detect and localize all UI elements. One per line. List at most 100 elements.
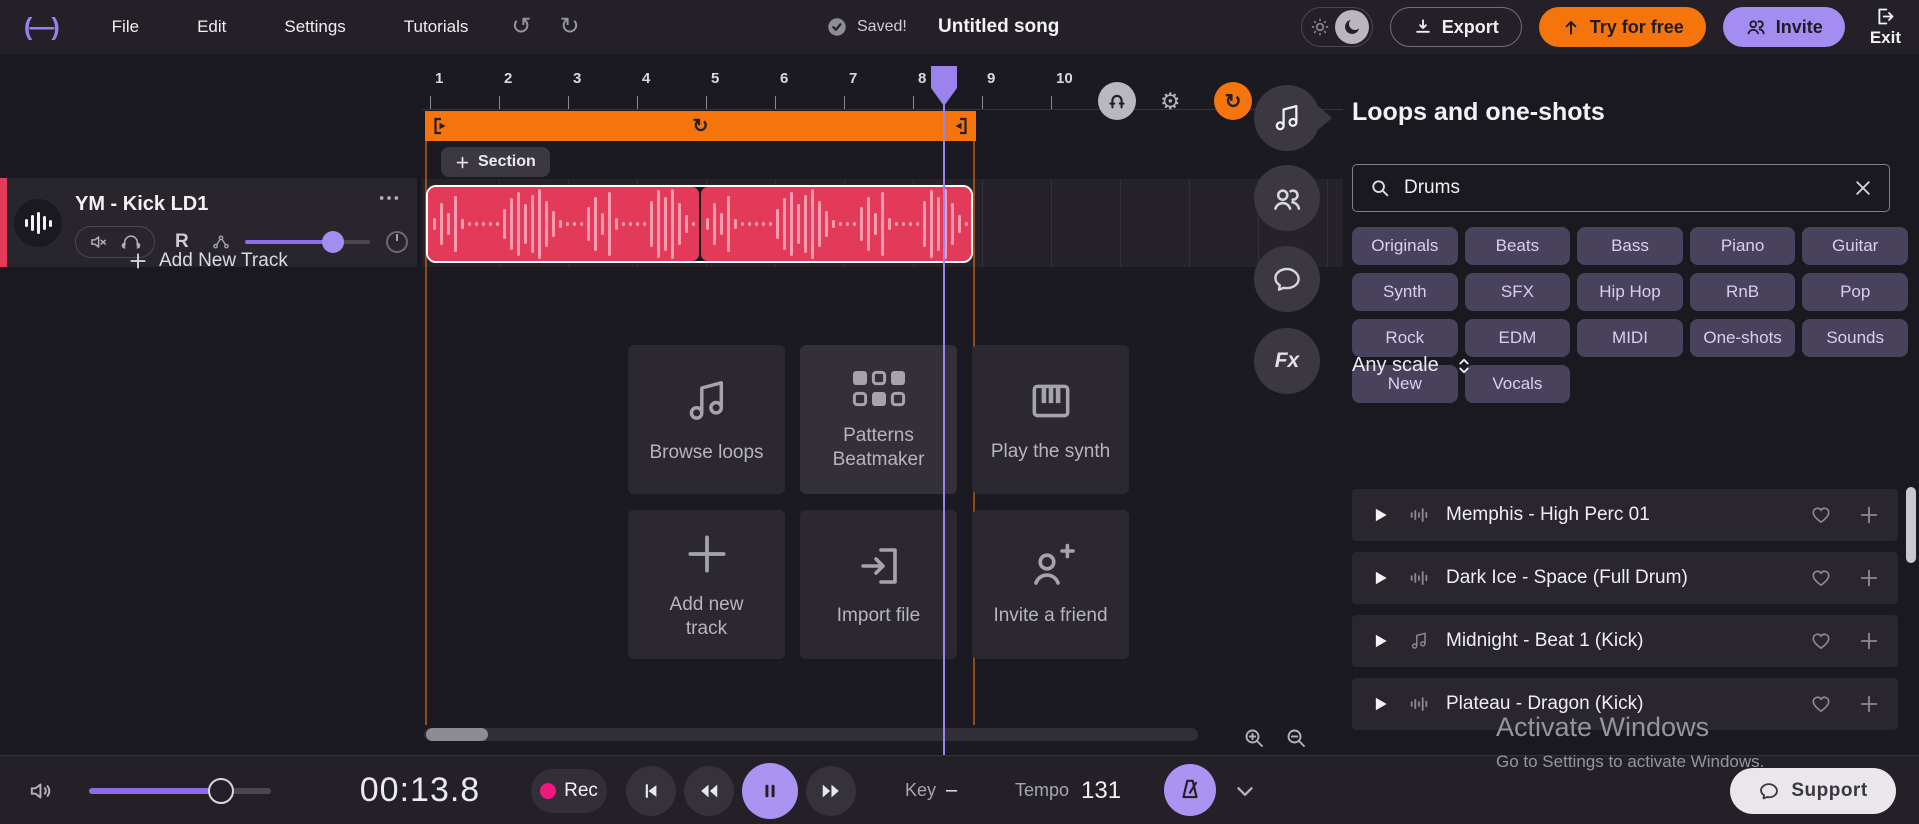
play-icon[interactable]	[1370, 505, 1390, 525]
scale-filter[interactable]: Any scale	[1352, 354, 1474, 377]
chip-midi[interactable]: MIDI	[1577, 319, 1683, 357]
speaker-icon[interactable]	[28, 778, 54, 804]
loop-region-bar[interactable]: ↻	[425, 111, 976, 141]
app-logo[interactable]: (—)	[24, 13, 60, 42]
clear-search-icon[interactable]	[1853, 178, 1873, 198]
add-new-track-button[interactable]: Add New Track	[128, 250, 288, 272]
theme-toggle[interactable]	[1300, 7, 1373, 47]
pan-knob[interactable]	[386, 231, 408, 253]
add-loop-icon[interactable]	[1858, 504, 1880, 526]
fast-forward-button[interactable]	[806, 766, 856, 816]
headphones-icon[interactable]	[121, 232, 141, 252]
heart-icon[interactable]	[1810, 693, 1832, 715]
key-setting[interactable]: Key –	[905, 756, 957, 824]
heart-icon[interactable]	[1810, 504, 1832, 526]
chip-edm[interactable]: EDM	[1464, 319, 1571, 357]
record-button[interactable]: Rec	[531, 769, 607, 813]
rewind-button[interactable]	[684, 766, 734, 816]
add-loop-icon[interactable]	[1858, 630, 1880, 652]
add-loop-icon[interactable]	[1858, 693, 1880, 715]
track-name[interactable]: YM - Kick LD1	[75, 193, 208, 216]
moon-icon[interactable]	[1334, 10, 1369, 44]
skip-to-start-button[interactable]	[626, 766, 676, 816]
play-icon[interactable]	[1370, 631, 1390, 651]
menu-file[interactable]: File	[83, 17, 168, 37]
chip-beats[interactable]: Beats	[1464, 227, 1571, 265]
browse-loops-button[interactable]: Browse loops	[628, 345, 785, 494]
chip-sfx[interactable]: SFX	[1464, 273, 1571, 311]
zoom-in-icon[interactable]	[1242, 726, 1266, 750]
loop-list-item[interactable]: Plateau - Dragon (Kick)	[1352, 678, 1898, 730]
search-value[interactable]: Drums	[1404, 177, 1840, 199]
redo-icon[interactable]: ↻	[545, 15, 593, 39]
audio-clip-segment[interactable]	[700, 187, 971, 261]
horizontal-scrollbar[interactable]	[424, 728, 1198, 741]
timeline-settings-gear-icon[interactable]: ⚙	[1160, 88, 1181, 115]
invite-button[interactable]: Invite	[1722, 7, 1845, 47]
support-button[interactable]: Support	[1730, 768, 1896, 814]
sun-icon[interactable]	[1305, 17, 1335, 37]
loop-list-item[interactable]: Midnight - Beat 1 (Kick)	[1352, 615, 1898, 667]
metronome-chevron-icon[interactable]	[1232, 778, 1258, 804]
chip-bass[interactable]: Bass	[1577, 227, 1683, 265]
add-new-track-tile[interactable]: Add new track	[628, 510, 785, 659]
loop-toggle-button[interactable]: ↻	[1214, 82, 1252, 120]
volume-handle[interactable]	[322, 231, 344, 253]
audio-clip-segment[interactable]	[428, 187, 699, 261]
patterns-beatmaker-button[interactable]: Patterns Beatmaker	[800, 345, 957, 494]
tempo-setting[interactable]: Tempo 131	[1015, 756, 1121, 824]
song-title[interactable]: Untitled song	[938, 0, 1059, 54]
loop-end-marker-icon[interactable]	[950, 116, 970, 136]
chip-rnb[interactable]: RnB	[1689, 273, 1796, 311]
mute-icon[interactable]	[89, 232, 109, 252]
play-the-synth-button[interactable]: Play the synth	[972, 345, 1129, 494]
loop-start-marker-icon[interactable]	[431, 116, 451, 136]
audio-clip[interactable]	[426, 185, 973, 263]
loop-list-item[interactable]: Memphis - High Perc 01	[1352, 489, 1898, 541]
master-volume-slider[interactable]	[89, 778, 271, 804]
track-volume-slider[interactable]	[245, 231, 370, 253]
chip-guitar[interactable]: Guitar	[1802, 227, 1908, 265]
export-button[interactable]: Export	[1389, 7, 1522, 47]
collaboration-button[interactable]	[1254, 165, 1320, 231]
loops-browser-button[interactable]	[1254, 85, 1320, 151]
try-for-free-button[interactable]: Try for free	[1538, 7, 1706, 47]
loop-list-item[interactable]: Dark Ice - Space (Full Drum)	[1352, 552, 1898, 604]
play-icon[interactable]	[1370, 694, 1390, 714]
chip-synth[interactable]: Synth	[1352, 273, 1458, 311]
add-loop-icon[interactable]	[1858, 567, 1880, 589]
exit-button[interactable]: Exit	[1862, 6, 1909, 48]
metronome-button[interactable]	[1164, 764, 1216, 816]
chip-pop[interactable]: Pop	[1802, 273, 1908, 311]
heart-icon[interactable]	[1810, 630, 1832, 652]
pause-button[interactable]	[742, 763, 798, 819]
scrollbar-thumb[interactable]	[426, 728, 488, 741]
chip-rock[interactable]: Rock	[1352, 319, 1458, 357]
menu-edit[interactable]: Edit	[168, 17, 255, 37]
effects-button[interactable]: Fx	[1254, 328, 1320, 394]
chip-hip-hop[interactable]: Hip Hop	[1577, 273, 1683, 311]
add-section-button[interactable]: Section	[441, 147, 550, 177]
snap-magnet-button[interactable]	[1098, 82, 1136, 120]
menu-tutorials[interactable]: Tutorials	[375, 17, 498, 37]
chip-one-shots[interactable]: One-shots	[1689, 319, 1796, 357]
chip-piano[interactable]: Piano	[1689, 227, 1796, 265]
zoom-out-icon[interactable]	[1284, 726, 1308, 750]
invite-a-friend-button[interactable]: Invite a friend	[972, 510, 1129, 659]
volume-handle[interactable]	[208, 778, 234, 804]
vertical-scrollbar-thumb[interactable]	[1906, 487, 1916, 563]
undo-icon[interactable]: ↺	[497, 15, 545, 39]
search-input[interactable]: Drums	[1352, 164, 1890, 212]
time-ruler[interactable]: 1 2 3 4 5 6 7 8 9 10	[422, 54, 1343, 110]
menu-settings[interactable]: Settings	[255, 17, 374, 37]
chip-vocals[interactable]: Vocals	[1464, 365, 1571, 403]
chip-sounds[interactable]: Sounds	[1802, 319, 1908, 357]
import-file-button[interactable]: Import file	[800, 510, 957, 659]
track-instrument-icon[interactable]	[14, 199, 62, 247]
track-more-icon[interactable]	[378, 192, 400, 204]
heart-icon[interactable]	[1810, 567, 1832, 589]
chip-originals[interactable]: Originals	[1352, 227, 1458, 265]
chat-button[interactable]	[1254, 246, 1320, 312]
play-icon[interactable]	[1370, 568, 1390, 588]
automation-icon[interactable]	[211, 232, 231, 252]
